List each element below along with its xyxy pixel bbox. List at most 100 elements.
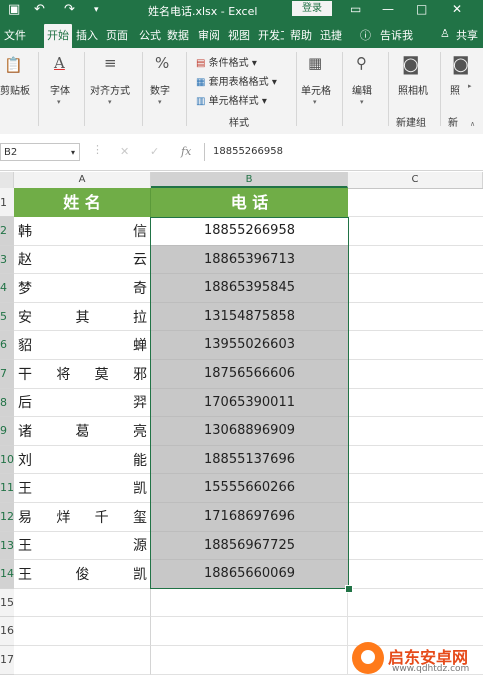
cell-styles-button[interactable]: ▥ 单元格样式 ▾ [196,92,267,107]
name-cell[interactable]: 诸葛亮 [14,417,151,446]
column-header-a[interactable]: A [14,172,151,188]
header-name-cell[interactable]: 姓 名 [14,188,151,217]
cell-c[interactable] [348,303,483,332]
column-header-c[interactable]: C [348,172,483,188]
search-icon[interactable]: ⚲ [356,54,367,72]
select-all-corner[interactable] [0,172,14,188]
cell-c[interactable] [348,389,483,418]
column-header-b[interactable]: B [151,172,348,188]
name-cell[interactable] [14,646,151,675]
name-cell[interactable]: 梦奇 [14,274,151,303]
customize-quick-access-icon[interactable]: ▾ [94,5,99,15]
row-header[interactable]: 9 [0,417,14,446]
maximize-icon[interactable]: □ [416,2,427,16]
row-header[interactable]: 7 [0,360,14,389]
camera2-label[interactable]: 照 [450,82,460,97]
cell-c1[interactable] [348,188,483,217]
name-cell[interactable] [14,588,151,618]
phone-cell[interactable]: 18855266958 [151,217,348,246]
phone-cell[interactable]: 18865395845 [151,274,348,303]
number-label[interactable]: 数字 [150,82,170,97]
row-header[interactable]: 13 [0,531,14,561]
cell-c[interactable] [348,360,483,389]
row-header[interactable]: 4 [0,274,14,303]
cell-c[interactable] [348,532,483,561]
cell-c[interactable] [348,417,483,446]
row-header[interactable]: 5 [0,302,14,332]
row-header[interactable]: 16 [0,617,14,646]
tell-me-box[interactable]: 告诉我 [380,27,413,43]
name-box[interactable]: B2 ▾ [0,143,80,161]
row-header[interactable]: 17 [0,646,14,675]
redo-icon[interactable]: ↷ [64,2,75,17]
cancel-icon[interactable]: ✕ [120,145,129,158]
phone-cell[interactable] [151,646,348,675]
tab-xunjie[interactable]: 迅捷 [320,27,342,43]
phone-cell[interactable]: 18856967725 [151,531,348,561]
name-cell[interactable]: 王源 [14,531,151,561]
cell-c[interactable] [348,474,483,503]
tab-developer[interactable]: 开发工具 [258,27,284,43]
confirm-icon[interactable]: ✓ [150,145,159,158]
phone-cell[interactable]: 18865396713 [151,245,348,275]
name-cell[interactable]: 后羿 [14,388,151,418]
share-button[interactable]: 共享 [456,27,478,43]
row-header[interactable]: 12 [0,503,14,532]
alignment-label[interactable]: 对齐方式 [90,82,130,97]
phone-cell[interactable]: 15555660266 [151,474,348,503]
tab-insert[interactable]: 插入 [76,27,98,43]
name-cell[interactable]: 王俊凯 [14,560,151,589]
row-header[interactable]: 2 [0,217,14,246]
cells-label[interactable]: 单元格 [301,82,331,97]
name-cell[interactable]: 刘能 [14,445,151,475]
tab-page-layout[interactable]: 页面 [106,27,128,43]
minimize-icon[interactable]: — [382,2,394,16]
camera-label[interactable]: 照相机 [398,82,428,97]
tab-review[interactable]: 审阅 [198,27,220,43]
phone-cell[interactable]: 17065390011 [151,388,348,418]
cells-icon[interactable]: ▦ [308,54,322,72]
cell-c[interactable] [348,503,483,532]
clipboard-label[interactable]: 剪贴板 [0,82,30,97]
phone-cell[interactable]: 18855137696 [151,445,348,475]
cells-caret-icon[interactable]: ▾ [313,98,317,106]
font-label[interactable]: 字体 [50,82,70,97]
row-header[interactable]: 10 [0,445,14,475]
insert-function-icon[interactable]: fx [181,145,191,158]
header-phone-cell[interactable]: 电 话 [151,188,348,217]
row-header[interactable]: 11 [0,474,14,503]
font-icon[interactable]: A [54,54,65,72]
row-header[interactable]: 14 [0,560,14,589]
conditional-format-button[interactable]: ▤ 条件格式 ▾ [196,54,257,69]
editing-label[interactable]: 编辑 [352,82,372,97]
login-button[interactable]: 登录 [292,1,332,16]
row-header[interactable]: 15 [0,588,14,618]
paste-icon[interactable]: 📋 [4,56,23,74]
undo-icon[interactable]: ↶ [34,2,45,17]
name-cell[interactable]: 易烊千玺 [14,503,151,532]
name-cell[interactable] [14,617,151,646]
name-cell[interactable]: 王凯 [14,474,151,503]
row-header[interactable]: 3 [0,245,14,275]
editing-caret-icon[interactable]: ▾ [360,98,364,106]
row-header[interactable]: 1 [0,188,14,217]
cell-c[interactable] [348,560,483,589]
tab-help[interactable]: 帮助 [290,27,312,43]
font-caret-icon[interactable]: ▾ [57,98,61,106]
name-cell[interactable]: 安其拉 [14,302,151,332]
cell-c[interactable] [348,246,483,275]
collapse-ribbon-icon[interactable]: ∧ [470,120,475,128]
row-header[interactable]: 8 [0,388,14,418]
cell-c[interactable] [348,217,483,246]
phone-cell[interactable]: 13154875858 [151,302,348,332]
cell-c[interactable] [348,446,483,475]
fill-handle[interactable] [345,585,353,593]
phone-cell[interactable] [151,588,348,618]
phone-cell[interactable]: 13068896909 [151,417,348,446]
percent-icon[interactable]: % [155,54,169,72]
cell-c[interactable] [348,331,483,360]
ribbon-display-icon[interactable]: ▭ [350,2,361,16]
name-cell[interactable]: 赵云 [14,245,151,275]
save-icon[interactable]: ▣ [8,2,20,17]
camera-icon[interactable]: ◙ [402,54,419,75]
